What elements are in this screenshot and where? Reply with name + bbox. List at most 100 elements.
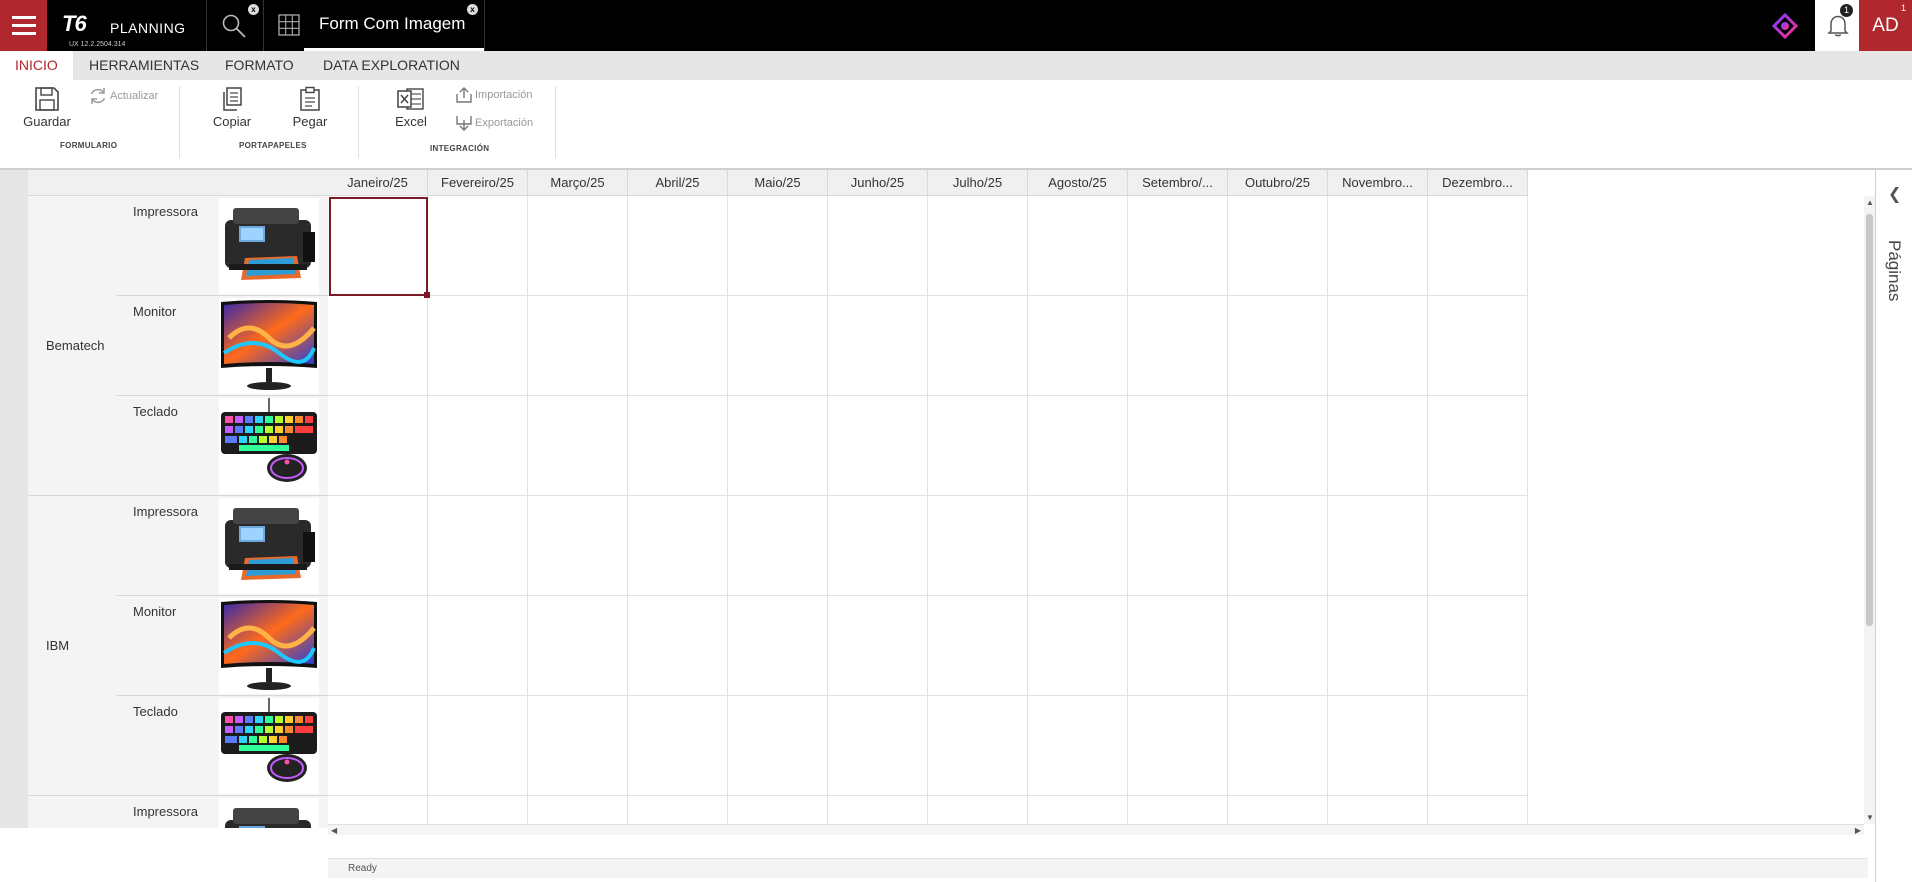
data-cell[interactable] <box>428 296 528 396</box>
column-header[interactable]: Fevereiro/25 <box>428 170 528 196</box>
selected-cell[interactable] <box>329 197 430 298</box>
data-cell[interactable] <box>1028 396 1128 496</box>
data-cell[interactable] <box>928 596 1028 696</box>
search-icon[interactable] <box>221 13 247 39</box>
data-cell[interactable] <box>728 396 828 496</box>
data-cell[interactable] <box>1128 196 1228 296</box>
data-cell[interactable] <box>728 296 828 396</box>
fill-handle[interactable] <box>424 292 430 298</box>
data-cell[interactable] <box>628 496 728 596</box>
column-header[interactable]: Março/25 <box>528 170 628 196</box>
data-cell[interactable] <box>1228 296 1328 396</box>
ai-assistant-icon[interactable] <box>1772 13 1798 39</box>
data-cell[interactable] <box>828 196 928 296</box>
data-cell[interactable] <box>528 496 628 596</box>
tab-data-exploration[interactable]: DATA EXPLORATION <box>308 51 475 80</box>
data-cell[interactable] <box>728 596 828 696</box>
data-cell[interactable] <box>428 196 528 296</box>
column-header[interactable]: Janeiro/25 <box>328 170 428 196</box>
data-cell[interactable] <box>728 496 828 596</box>
data-cell[interactable] <box>728 696 828 796</box>
data-cell[interactable] <box>1228 396 1328 496</box>
data-cell[interactable] <box>828 596 928 696</box>
column-header[interactable]: Julho/25 <box>928 170 1028 196</box>
data-cell[interactable] <box>1228 196 1328 296</box>
data-cell[interactable] <box>828 296 928 396</box>
tab-inicio[interactable]: INICIO <box>0 51 73 80</box>
data-cell[interactable] <box>828 496 928 596</box>
data-cell[interactable] <box>928 696 1028 796</box>
data-cell[interactable] <box>828 396 928 496</box>
column-header[interactable]: Abril/25 <box>628 170 728 196</box>
data-cell[interactable] <box>1428 196 1528 296</box>
data-cell[interactable] <box>428 396 528 496</box>
data-cell[interactable] <box>528 396 628 496</box>
column-header[interactable]: Setembro/... <box>1128 170 1228 196</box>
exportacion-button[interactable]: Exportación <box>455 114 533 132</box>
search-tab-close-icon[interactable]: x <box>248 4 259 15</box>
scroll-left-icon[interactable]: ◀ <box>331 826 337 835</box>
tab-close-icon[interactable]: x <box>467 4 478 15</box>
pages-panel-label[interactable]: Páginas <box>1884 240 1904 301</box>
data-cell[interactable] <box>528 596 628 696</box>
data-cell[interactable] <box>328 496 428 596</box>
data-cell[interactable] <box>1328 196 1428 296</box>
data-cell[interactable] <box>1228 596 1328 696</box>
importacion-button[interactable]: Importación <box>455 86 532 104</box>
data-cell[interactable] <box>628 196 728 296</box>
data-cell[interactable] <box>328 396 428 496</box>
actualizar-button[interactable]: Actualizar <box>88 86 158 106</box>
data-cell[interactable] <box>1328 696 1428 796</box>
tab-formato[interactable]: FORMATO <box>210 51 309 80</box>
data-cell[interactable] <box>628 396 728 496</box>
data-cell[interactable] <box>428 696 528 796</box>
data-cell[interactable] <box>1328 396 1428 496</box>
data-cell[interactable] <box>1328 496 1428 596</box>
data-cell[interactable] <box>1028 296 1128 396</box>
scroll-right-icon[interactable]: ▶ <box>1855 826 1861 835</box>
user-avatar[interactable]: AD 1 <box>1859 0 1912 51</box>
scroll-down-icon[interactable]: ▼ <box>1866 813 1874 822</box>
data-cell[interactable] <box>528 696 628 796</box>
data-cell[interactable] <box>1428 296 1528 396</box>
data-cell[interactable] <box>828 696 928 796</box>
data-cell[interactable] <box>1428 696 1528 796</box>
column-header[interactable]: Junho/25 <box>828 170 928 196</box>
horizontal-scrollbar[interactable]: ◀ ▶ <box>328 824 1864 835</box>
copiar-button[interactable]: Copiar <box>210 86 254 129</box>
data-cell[interactable] <box>328 596 428 696</box>
column-header[interactable]: Novembro... <box>1328 170 1428 196</box>
data-cell[interactable] <box>328 696 428 796</box>
data-cell[interactable] <box>1028 496 1128 596</box>
data-cell[interactable] <box>1328 596 1428 696</box>
chevron-left-icon[interactable]: ❮ <box>1888 184 1901 204</box>
data-cell[interactable] <box>1028 696 1128 796</box>
data-cell[interactable] <box>1128 696 1228 796</box>
notifications-button[interactable]: 1 <box>1815 0 1859 51</box>
data-cell[interactable] <box>428 496 528 596</box>
data-cell[interactable] <box>1228 496 1328 596</box>
pegar-button[interactable]: Pegar <box>288 86 332 129</box>
data-cell[interactable] <box>628 596 728 696</box>
tab-form-com-imagem[interactable]: Form Com Imagem x <box>304 0 484 51</box>
data-cell[interactable] <box>628 696 728 796</box>
data-cell[interactable] <box>1228 696 1328 796</box>
data-cell[interactable] <box>1128 496 1228 596</box>
data-cell[interactable] <box>1428 396 1528 496</box>
data-cell[interactable] <box>1428 496 1528 596</box>
tab-herramientas[interactable]: HERRAMIENTAS <box>74 51 214 80</box>
data-cell[interactable] <box>528 296 628 396</box>
data-cell[interactable] <box>1028 196 1128 296</box>
data-cell[interactable] <box>1328 296 1428 396</box>
data-cell[interactable] <box>1128 296 1228 396</box>
vertical-scrollbar[interactable]: ▲ ▼ <box>1864 196 1875 824</box>
data-cell[interactable] <box>1428 596 1528 696</box>
scroll-up-icon[interactable]: ▲ <box>1866 198 1874 207</box>
data-cell[interactable] <box>728 196 828 296</box>
column-header[interactable]: Outubro/25 <box>1228 170 1328 196</box>
menu-icon[interactable] <box>0 0 47 51</box>
data-cell[interactable] <box>328 296 428 396</box>
data-cell[interactable] <box>928 496 1028 596</box>
column-header[interactable]: Maio/25 <box>728 170 828 196</box>
data-cell[interactable] <box>628 296 728 396</box>
